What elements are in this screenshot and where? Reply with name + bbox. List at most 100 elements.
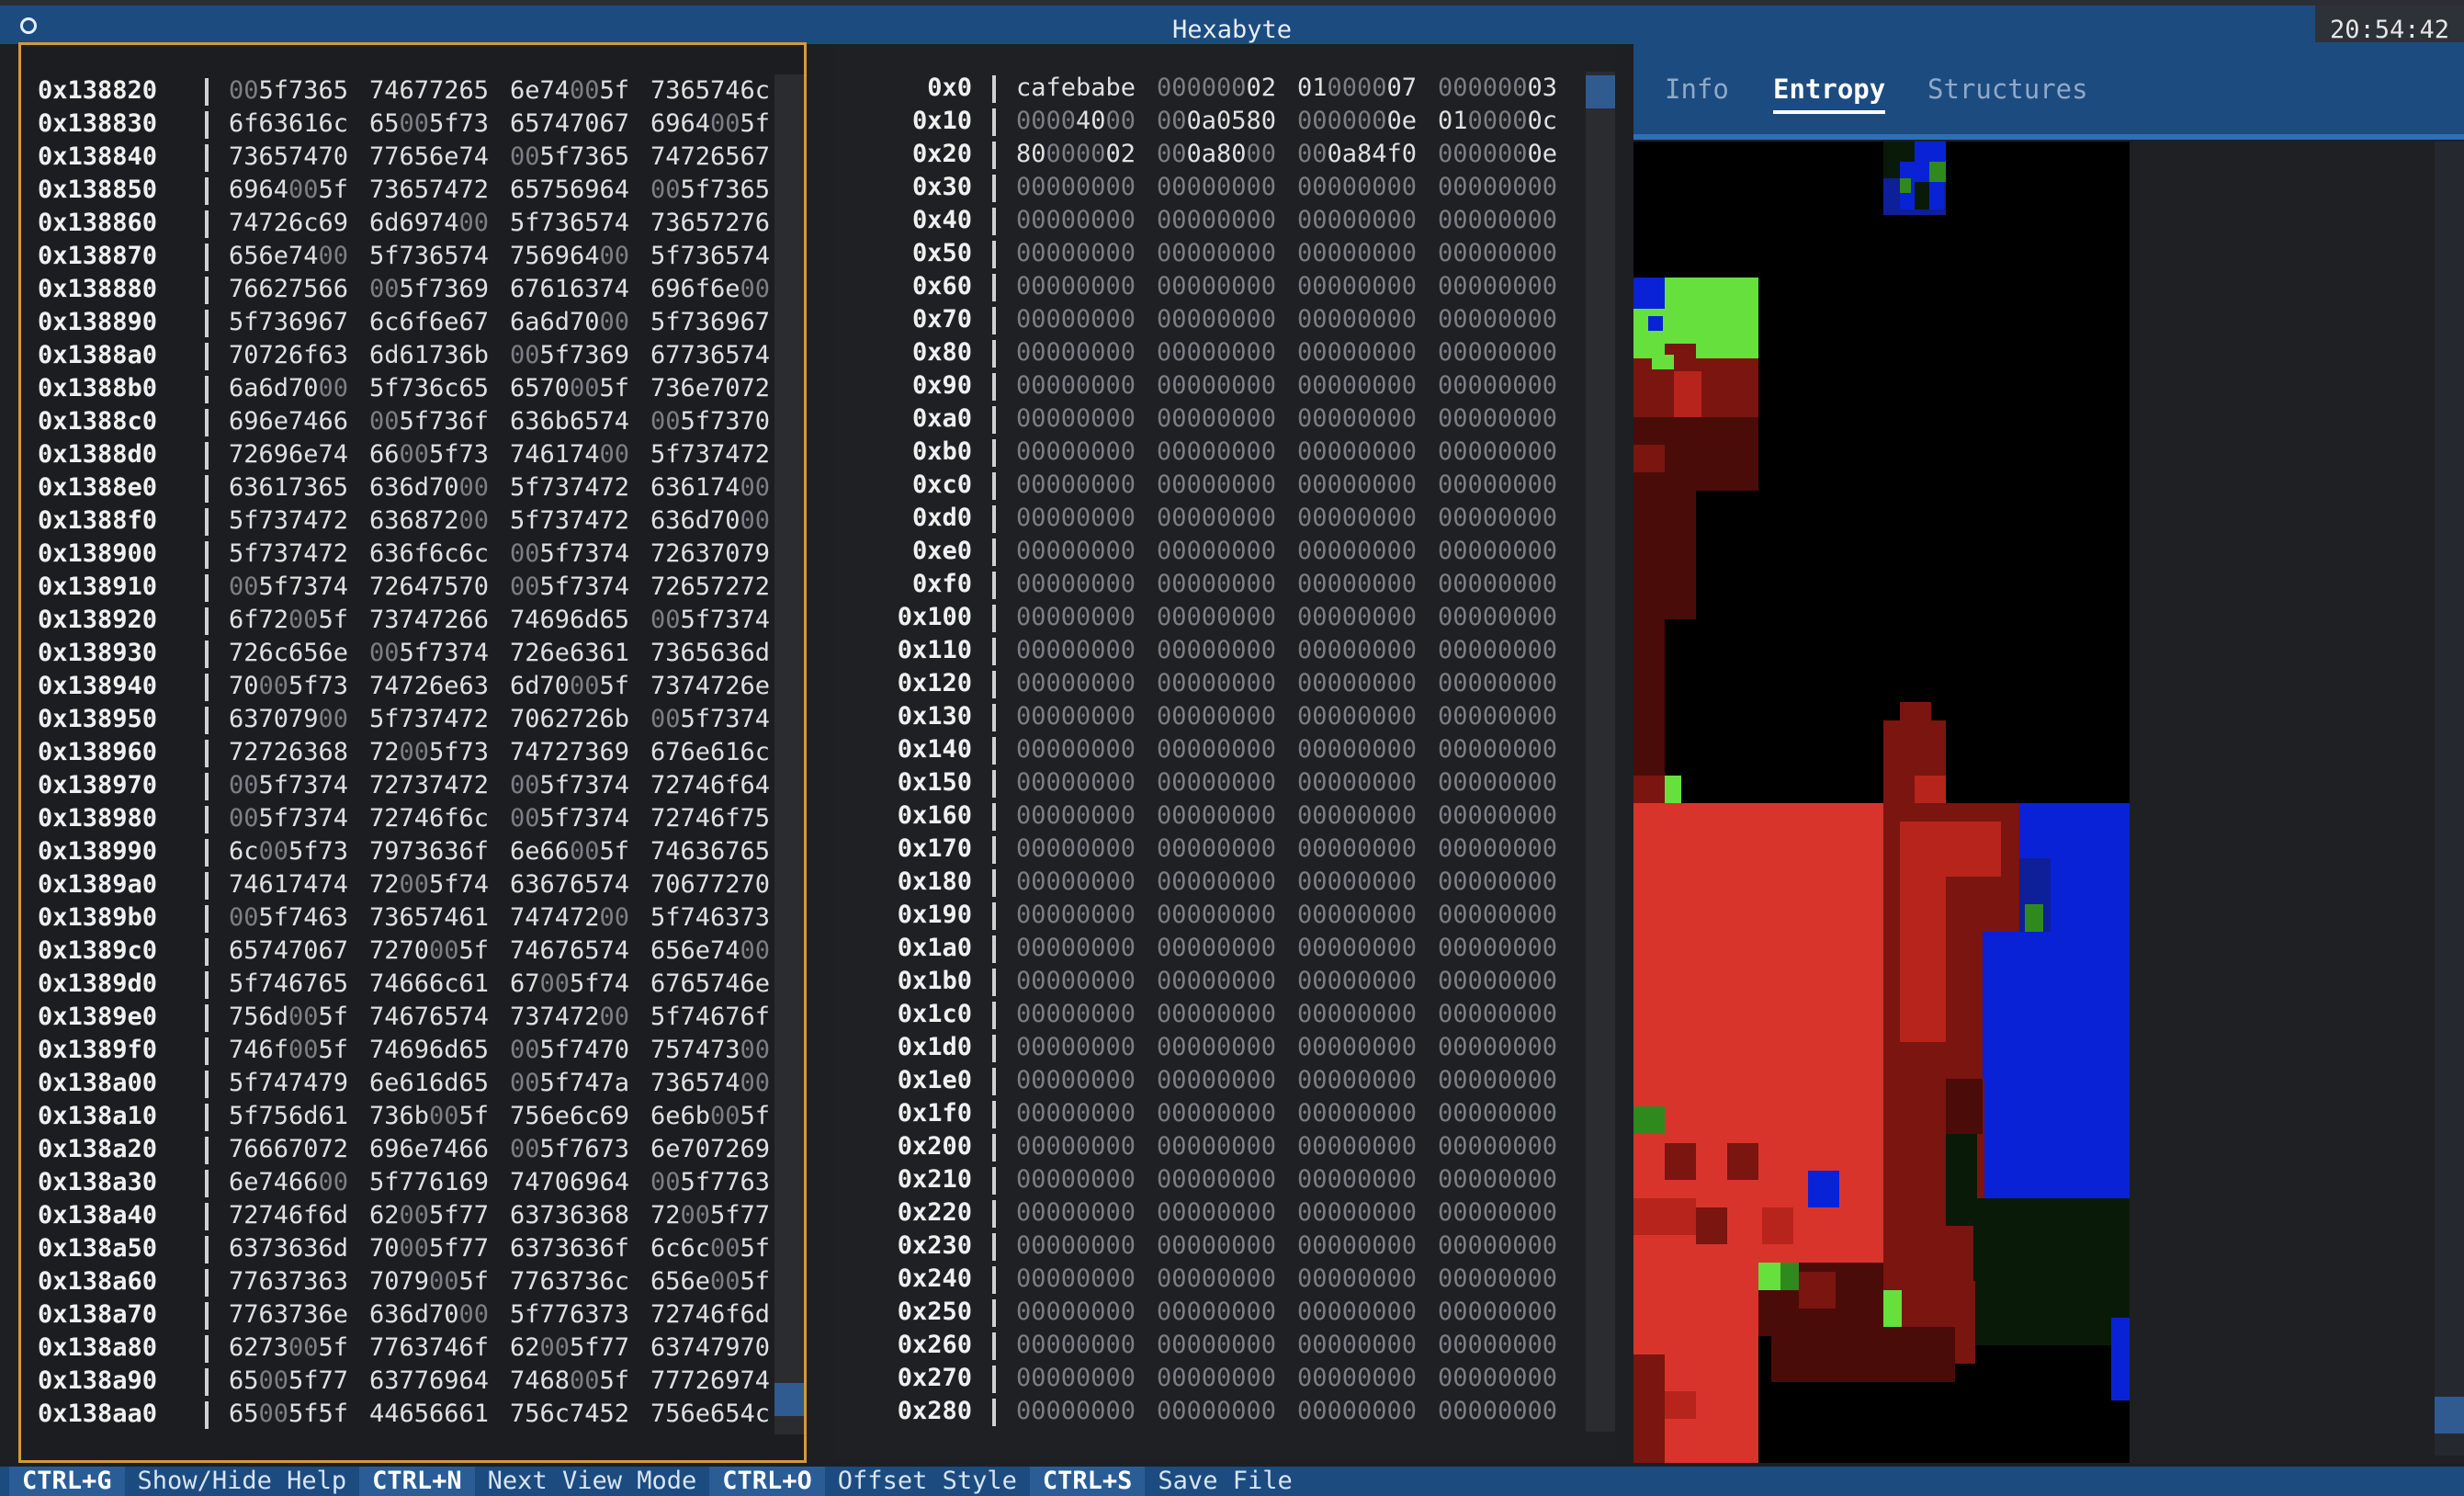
hex-row[interactable]: 0x20 80000002 000a8000 000a84f0 0000000e [834,138,1578,171]
hex-row[interactable]: 0x160 00000000 00000000 00000000 00000000 [834,799,1578,833]
hex-row[interactable]: 0x270 00000000 00000000 00000000 00000000 [834,1362,1578,1395]
hex-word[interactable]: 73747200 [510,1001,631,1034]
hex-word[interactable]: 00000000 [1157,303,1278,336]
hex-row[interactable]: 0x138980 005f7374 72746f6c 005f7374 72746f75 [21,802,791,835]
hex-word[interactable]: 63617400 [650,471,772,504]
hex-row[interactable]: 0x150 00000000 00000000 00000000 00000000 [834,766,1578,799]
hex-word[interactable]: 74747200 [510,901,631,935]
hex-row[interactable]: 0x138970 005f7374 72737472 005f7374 72746f64 [21,769,791,802]
shortcut-key-save[interactable]: CTRL+S [1029,1467,1146,1496]
hex-word[interactable]: 00000000 [1297,1395,1418,1428]
hex-word[interactable]: 726c656e [229,637,350,670]
hex-word[interactable]: 00000000 [1438,634,1559,667]
hex-word[interactable]: 00000000 [1157,1064,1278,1097]
hex-word[interactable]: 77656e74 [369,141,491,174]
hex-word[interactable]: 00000000 [1438,1329,1559,1362]
hex-word[interactable]: 00000000 [1016,1031,1137,1064]
left-scrollbar-thumb[interactable] [774,1383,804,1416]
hex-word[interactable]: 005f7763 [650,1166,772,1199]
hex-word[interactable]: 00000000 [1157,899,1278,932]
hex-word[interactable]: 00000000 [1438,866,1559,899]
hex-word[interactable]: 5f736c65 [369,372,491,405]
hex-word[interactable]: 74617474 [229,868,350,901]
hex-word[interactable]: 00000000 [1297,204,1418,237]
hex-word[interactable]: 00000000 [1157,1263,1278,1296]
hex-word[interactable]: 62005f77 [510,1332,631,1365]
hex-word[interactable]: 00000000 [1157,1196,1278,1230]
hex-word[interactable]: 00000000 [1157,833,1278,866]
hex-word[interactable]: 005f7365 [650,174,772,207]
hex-word[interactable]: 736b005f [369,1100,491,1133]
hex-word[interactable]: 00000000 [1157,866,1278,899]
hex-word[interactable]: 00000000 [1297,1031,1418,1064]
hex-word[interactable]: 7365746c [650,74,772,108]
hex-word[interactable]: 00000000 [1157,1230,1278,1263]
hex-word[interactable]: 63617365 [229,471,350,504]
hex-row[interactable]: 0x120 00000000 00000000 00000000 00000000 [834,667,1578,700]
hex-word[interactable]: 00000000 [1297,568,1418,601]
hex-row[interactable]: 0x50 00000000 00000000 00000000 00000000 [834,237,1578,270]
hex-word[interactable]: 7763736c [510,1265,631,1298]
hex-word[interactable]: 63687200 [369,504,491,538]
hex-word[interactable]: 00000000 [1016,303,1137,336]
hex-word[interactable]: 70005f77 [369,1232,491,1265]
hex-word[interactable]: 74677265 [369,74,491,108]
hex-row[interactable]: 0xd0 00000000 00000000 00000000 00000000 [834,502,1578,535]
hex-word[interactable]: 00000000 [1297,171,1418,204]
hex-word[interactable]: 74636765 [650,835,772,868]
hex-row[interactable]: 0x240 00000000 00000000 00000000 00000000 [834,1263,1578,1296]
hex-word[interactable]: 00000000 [1157,568,1278,601]
hex-word[interactable]: 6570005f [510,372,631,405]
hex-word[interactable]: 7763736e [229,1298,350,1332]
hex-word[interactable]: 00000000 [1297,1196,1418,1230]
hex-word[interactable]: 6273005f [229,1332,350,1365]
hex-word[interactable]: 00000000 [1157,270,1278,303]
hex-word[interactable]: 0000000e [1297,105,1418,138]
hex-word[interactable]: 00000000 [1438,171,1559,204]
hex-row[interactable]: 0xa0 00000000 00000000 00000000 00000000 [834,402,1578,436]
hex-word[interactable]: 00000000 [1438,270,1559,303]
hex-word[interactable]: 76627566 [229,273,350,306]
hex-row[interactable]: 0x40 00000000 00000000 00000000 00000000 [834,204,1578,237]
hex-row[interactable]: 0x138900 5f737472 636f6c6c 005f7374 72637079 [21,538,791,571]
hex-word[interactable]: 726e6361 [510,637,631,670]
hex-word[interactable]: 7079005f [369,1265,491,1298]
hex-word[interactable]: 00000000 [1297,700,1418,733]
hex-word[interactable]: 00000000 [1297,303,1418,336]
hex-word[interactable]: 00000000 [1297,899,1418,932]
hex-word[interactable]: 00000000 [1016,1395,1137,1428]
hex-word[interactable]: 72005f74 [369,868,491,901]
hex-row[interactable]: 0x138860 74726c69 6d697400 5f736574 73657276 [21,207,791,240]
hex-word[interactable]: 00000000 [1297,237,1418,270]
hex-word[interactable]: 72696e74 [229,438,350,471]
hex-word[interactable]: 00000000 [1016,568,1137,601]
hex-word[interactable]: 00000000 [1438,1196,1559,1230]
hex-word[interactable]: 00000000 [1016,1329,1137,1362]
hex-word[interactable]: 73657472 [369,174,491,207]
hex-word[interactable]: 00000000 [1157,204,1278,237]
hex-word[interactable]: 00000000 [1016,369,1137,402]
hex-word[interactable]: 00000000 [1016,204,1137,237]
hex-word[interactable]: 6d697400 [369,207,491,240]
hex-word[interactable]: 005f7374 [510,802,631,835]
hex-row[interactable]: 0x138a40 72746f6d 62005f77 63736368 72005f77 [21,1199,791,1232]
hex-word[interactable]: 00000000 [1438,469,1559,502]
hex-row[interactable]: 0x140 00000000 00000000 00000000 00000000 [834,733,1578,766]
hex-word[interactable]: 00000000 [1438,965,1559,998]
hex-row[interactable]: 0x138870 656e7400 5f736574 75696400 5f736574 [21,240,791,273]
left-scrollbar[interactable] [774,74,804,1434]
hex-word[interactable]: 00000000 [1157,336,1278,369]
hex-word[interactable]: 00000000 [1438,799,1559,833]
hex-word[interactable]: 00000000 [1157,733,1278,766]
hex-word[interactable]: 5f736574 [510,207,631,240]
hex-word[interactable]: 00000000 [1438,204,1559,237]
hex-word[interactable]: 00000000 [1157,1130,1278,1163]
hex-word[interactable]: 00000000 [1438,1230,1559,1263]
hex-row[interactable]: 0x250 00000000 00000000 00000000 00000000 [834,1296,1578,1329]
hex-word[interactable]: 73747266 [369,604,491,637]
hex-word[interactable]: 005f7374 [229,802,350,835]
hex-word[interactable]: 00000000 [1016,667,1137,700]
hex-row[interactable]: 0x70 00000000 00000000 00000000 00000000 [834,303,1578,336]
hex-word[interactable]: 00000000 [1016,899,1137,932]
hex-word[interactable]: 656e7400 [229,240,350,273]
